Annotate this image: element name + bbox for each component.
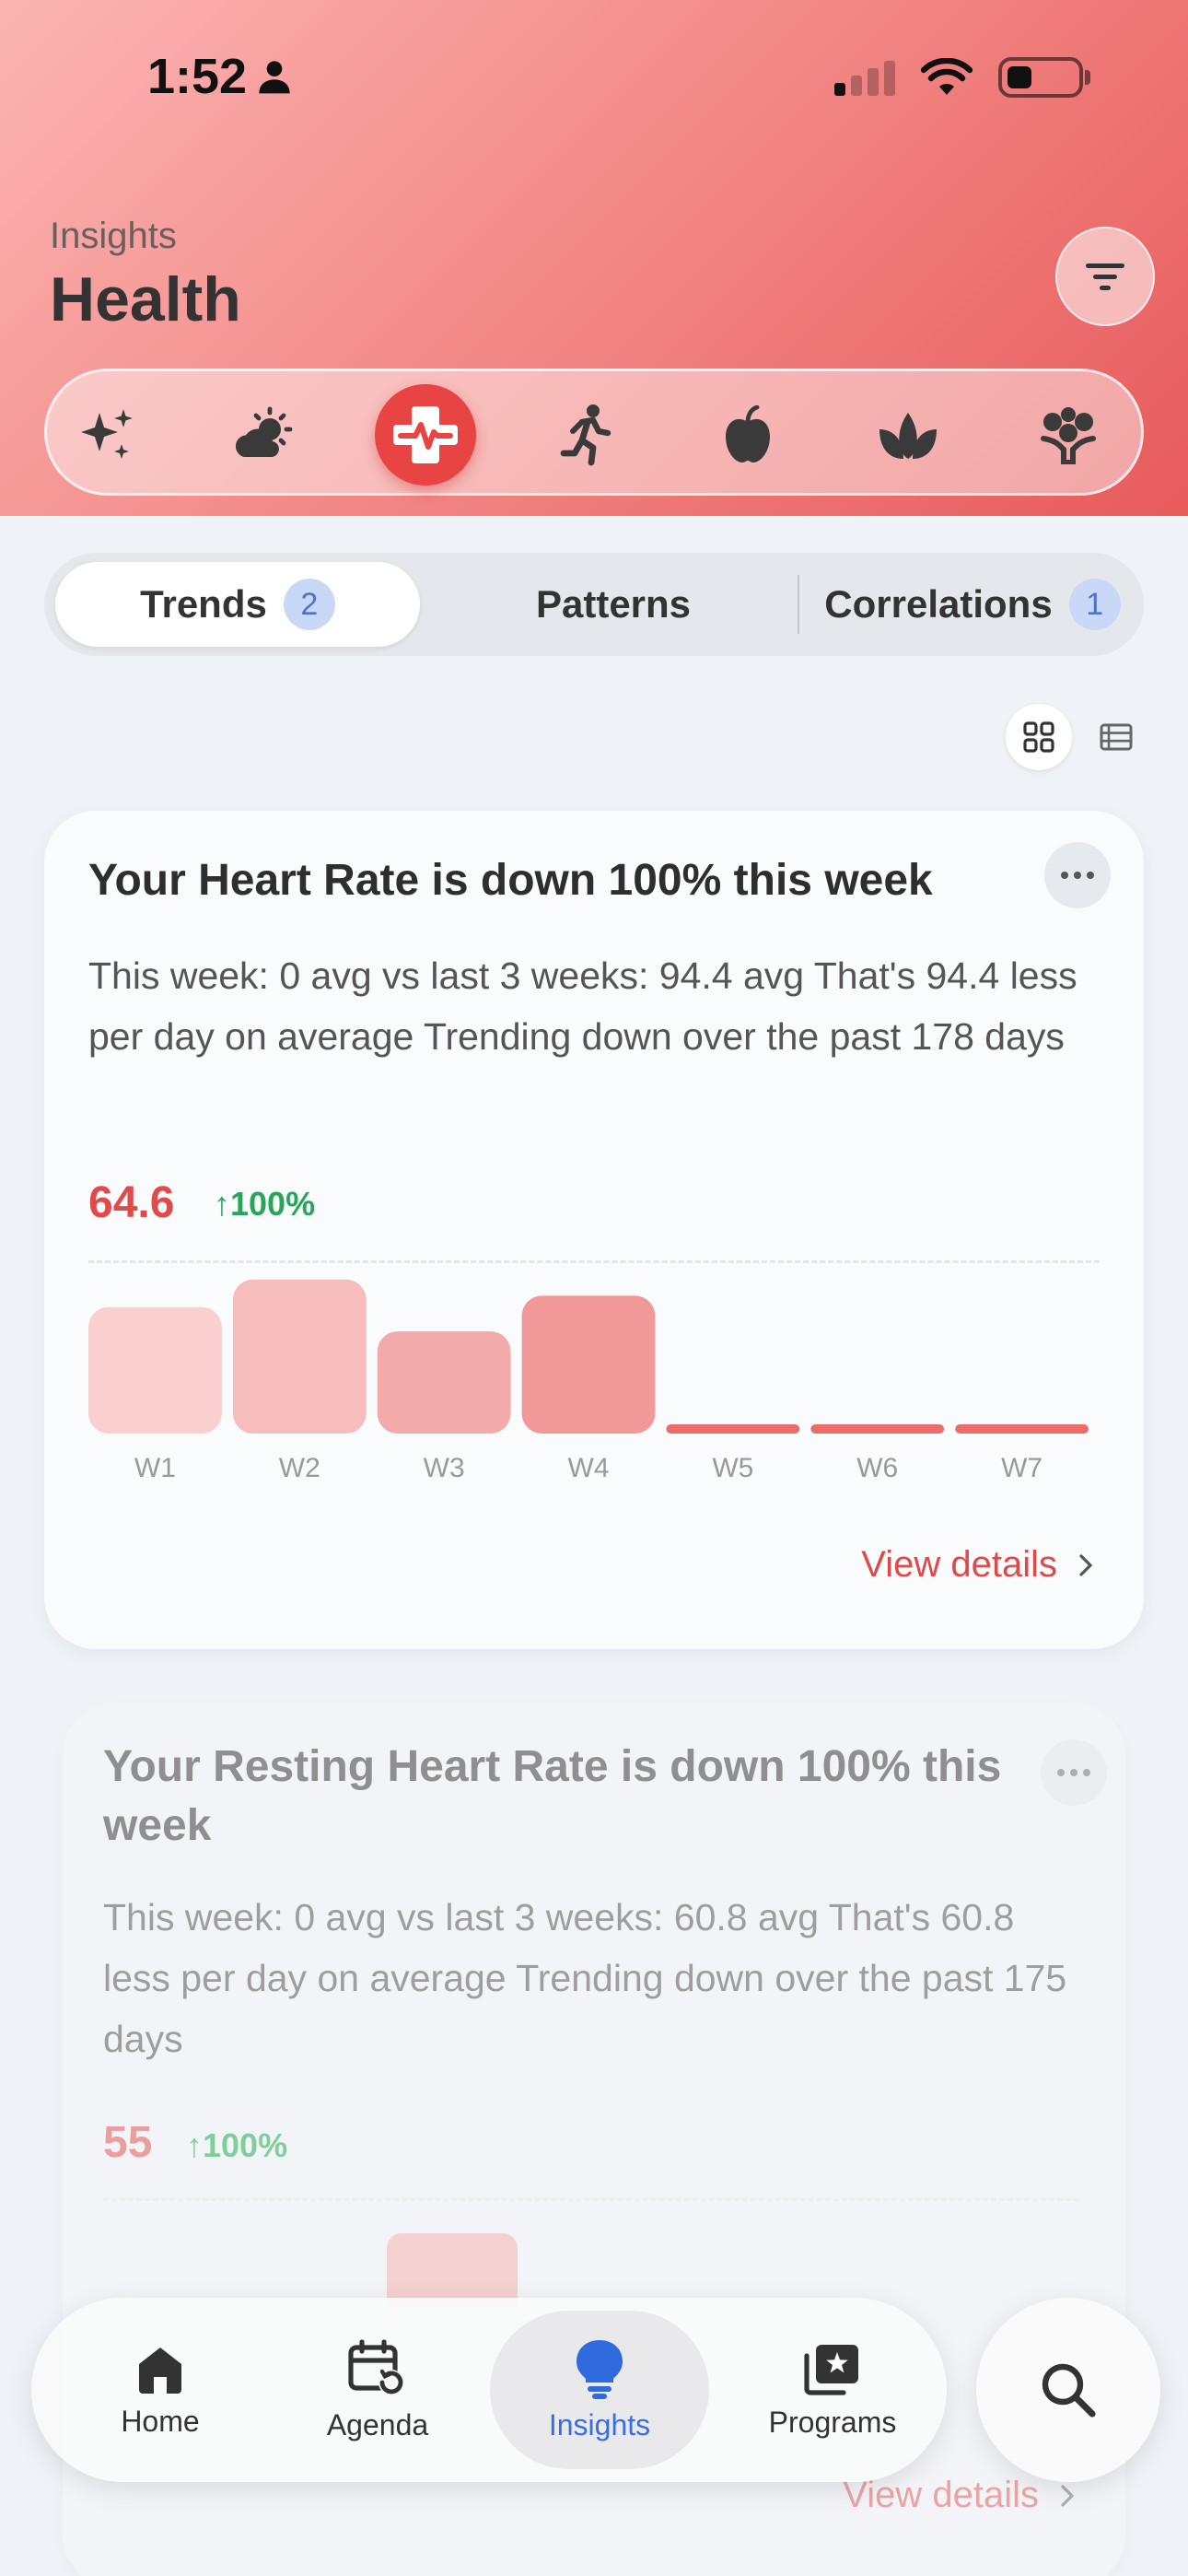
chart-bar-w4 bbox=[521, 1295, 656, 1434]
tab-trends[interactable]: Trends 2 bbox=[55, 562, 420, 647]
chart-tick-label: W4 bbox=[568, 1453, 610, 1483]
chart-bar-w7 bbox=[955, 1424, 1089, 1434]
header: 1:52 Insights Health bbox=[0, 0, 1188, 516]
health-icon bbox=[393, 406, 458, 463]
nav-insights-label: Insights bbox=[548, 2407, 651, 2441]
card-value: 64.6 bbox=[88, 1178, 175, 1227]
view-details-label: View details bbox=[861, 1544, 1057, 1585]
category-nutrition[interactable] bbox=[697, 384, 798, 486]
calendar-icon bbox=[348, 2338, 404, 2395]
card-title: Your Resting Heart Rate is down 100% thi… bbox=[103, 1742, 1002, 1850]
nav-agenda-label: Agenda bbox=[326, 2407, 429, 2441]
tab-correlations-label: Correlations bbox=[824, 582, 1053, 626]
chart-bar-w2 bbox=[232, 1279, 367, 1434]
chart-tick-label: W5 bbox=[712, 1453, 753, 1483]
person-icon bbox=[259, 61, 290, 94]
chart-tick-label: W2 bbox=[279, 1453, 320, 1483]
home-icon bbox=[139, 2347, 181, 2394]
card-value: 55 bbox=[103, 2118, 153, 2167]
chart-tick-label: W7 bbox=[1001, 1453, 1042, 1483]
signal-icon bbox=[834, 59, 895, 96]
running-icon bbox=[560, 404, 611, 466]
lightbulb-icon bbox=[577, 2339, 623, 2399]
tab-correlations-badge: 1 bbox=[1068, 579, 1121, 630]
category-activity[interactable] bbox=[535, 384, 636, 486]
tab-trends-label: Trends bbox=[140, 582, 267, 626]
card-change: ↑100% bbox=[214, 1185, 316, 1223]
chart-tick-label: W6 bbox=[856, 1453, 898, 1483]
chart-bar-w6 bbox=[810, 1424, 945, 1434]
nav-home-label: Home bbox=[121, 2404, 200, 2438]
view-details-link[interactable]: View details bbox=[843, 2475, 1074, 2516]
nav-agenda[interactable]: Agenda bbox=[285, 2311, 470, 2469]
more-icon bbox=[1057, 1769, 1065, 1776]
page-title: Health bbox=[50, 264, 241, 334]
weather-icon bbox=[235, 406, 293, 457]
tab-patterns[interactable]: Patterns bbox=[431, 562, 796, 647]
status-time-text: 1:52 bbox=[147, 49, 248, 104]
category-mindfulness[interactable] bbox=[857, 384, 959, 486]
category-health[interactable] bbox=[375, 384, 476, 486]
status-time: 1:52 bbox=[147, 48, 293, 105]
nav-programs-label: Programs bbox=[768, 2405, 897, 2439]
divider bbox=[88, 1260, 1100, 1263]
insight-tabs: Trends 2 Patterns Correlations 1 bbox=[44, 553, 1144, 656]
filter-icon bbox=[1086, 263, 1124, 290]
card-change: ↑100% bbox=[186, 2126, 288, 2164]
search-button[interactable] bbox=[976, 2298, 1160, 2482]
chart-bar-w1 bbox=[88, 1306, 222, 1434]
grid-icon bbox=[1023, 721, 1054, 753]
filter-button[interactable] bbox=[1055, 227, 1155, 326]
bottom-nav: Home Agenda Insights Programs bbox=[31, 2298, 947, 2482]
chevron-right-icon bbox=[1079, 1553, 1092, 1576]
list-view-button[interactable] bbox=[1083, 704, 1149, 770]
view-details-link[interactable]: View details bbox=[861, 1544, 1092, 1586]
search-icon bbox=[1042, 2363, 1096, 2418]
status-indicators bbox=[834, 57, 1090, 98]
apple-icon bbox=[726, 405, 770, 463]
card-description: This week: 0 avg vs last 3 weeks: 94.4 a… bbox=[88, 954, 1077, 1058]
divider bbox=[103, 2198, 1079, 2201]
nav-programs[interactable]: Programs bbox=[731, 2311, 934, 2469]
leaf-icon bbox=[879, 413, 937, 459]
category-growth[interactable] bbox=[1018, 384, 1119, 486]
chart-bar-w5 bbox=[666, 1424, 800, 1434]
chart-bar-w3 bbox=[377, 1331, 511, 1434]
nav-insights[interactable]: Insights bbox=[490, 2311, 709, 2469]
view-toggle bbox=[1006, 704, 1149, 770]
card-title: Your Heart Rate is down 100% this week bbox=[88, 856, 933, 905]
category-bar bbox=[44, 369, 1144, 496]
programs-icon bbox=[804, 2344, 858, 2395]
battery-icon bbox=[998, 57, 1090, 98]
view-details-label: View details bbox=[843, 2475, 1039, 2515]
tree-icon bbox=[1041, 407, 1096, 464]
sparkles-icon bbox=[81, 409, 133, 459]
category-weather[interactable] bbox=[215, 384, 316, 486]
more-button[interactable] bbox=[1044, 842, 1111, 908]
chart-bar bbox=[387, 2233, 518, 2307]
more-icon bbox=[1061, 872, 1068, 879]
tab-divider bbox=[798, 575, 799, 634]
page-subtitle: Insights bbox=[50, 216, 177, 256]
tab-trends-badge: 2 bbox=[283, 579, 335, 630]
list-icon bbox=[1100, 723, 1133, 751]
grid-view-button[interactable] bbox=[1006, 704, 1072, 770]
chart-tick-label: W1 bbox=[134, 1453, 176, 1483]
category-sparkles[interactable] bbox=[56, 384, 157, 486]
tab-correlations[interactable]: Correlations 1 bbox=[801, 562, 1144, 647]
tab-patterns-label: Patterns bbox=[535, 582, 692, 626]
wifi-icon bbox=[921, 58, 973, 95]
insight-card[interactable]: Your Heart Rate is down 100% this week T… bbox=[44, 811, 1144, 1649]
nav-home[interactable]: Home bbox=[68, 2311, 252, 2469]
card-description: This week: 0 avg vs last 3 weeks: 60.8 a… bbox=[103, 1896, 1067, 2060]
chart-tick-label: W3 bbox=[424, 1453, 465, 1483]
weekly-bar-chart: W1 W2 W3 W4 W5 W6 W7 bbox=[88, 1279, 1089, 1483]
chevron-right-icon bbox=[1061, 2484, 1074, 2507]
more-button[interactable] bbox=[1041, 1739, 1107, 1806]
